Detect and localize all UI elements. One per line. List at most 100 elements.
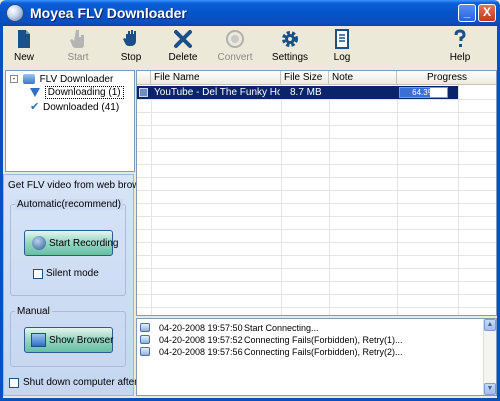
start-label: Start [67,52,89,63]
help-label: Help [449,52,471,63]
log-time: 04-20-2008 19:57:50 [159,323,243,333]
window-title: Moyea FLV Downloader [30,5,187,21]
stop-label: Stop [120,52,142,63]
tree-item-downloading[interactable]: Downloading (1) [30,86,124,99]
help-question-icon [454,29,466,47]
convert-button[interactable]: Convert [215,28,255,68]
tree-root[interactable]: - FLV Downloader [10,74,113,85]
tree-root-label: FLV Downloader [39,74,114,85]
start-recording-button[interactable]: Start Recording [24,230,118,256]
silent-mode-checkbox[interactable] [33,269,43,279]
log-button[interactable]: Log [325,28,359,68]
close-button[interactable]: X [478,4,496,22]
download-list[interactable]: File Name File Size Note Progress YouTub… [136,70,497,316]
scroll-up-arrow-icon[interactable]: ▲ [484,319,496,331]
log-time: 04-20-2008 19:57:52 [159,335,243,345]
tree-item-label: Downloaded (41) [43,102,120,113]
log-message: Connecting Fails(Forbidden), Retry(2)... [244,347,403,357]
delete-button[interactable]: Delete [166,28,200,68]
row-progress-bar: 64.3% [399,87,448,98]
log-time: 04-20-2008 19:57:56 [159,347,243,357]
tree-item-downloaded[interactable]: ✔ Downloaded (41) [30,100,119,113]
log-message-icon [140,323,150,332]
grid-row-line [137,255,496,256]
log-message-icon [140,335,150,344]
grid-row-line [137,151,496,152]
manual-group-title: Manual [15,306,52,317]
column-file-size[interactable]: File Size [281,71,329,85]
grid-row-line [137,190,496,191]
log-scrollbar[interactable]: ▲ ▼ [483,319,496,395]
convert-label: Convert [217,52,253,63]
log-document-icon [335,29,349,49]
record-dot-icon [32,236,46,250]
show-browser-label: Show Browser [49,335,114,346]
log-label: Log [333,52,351,63]
grid-row-line [137,294,496,295]
grid-column-line [281,85,282,315]
row-note [332,86,392,99]
scroll-down-arrow-icon[interactable]: ▼ [484,383,496,395]
column-file-name[interactable]: File Name [151,71,281,85]
column-progress[interactable]: Progress [397,71,496,85]
new-label: New [13,52,34,63]
toolbar: New Start Stop Delete Convert Settings L… [3,26,497,70]
row-file-name: YouTube - Del The Funky Homosapie... [154,87,280,98]
category-tree[interactable]: - FLV Downloader Downloading (1) ✔ Downl… [5,70,135,172]
grid-row-line [137,307,496,308]
new-file-icon [18,30,30,48]
start-hand-icon [70,30,84,48]
convert-film-icon [226,30,244,48]
row-video-icon [139,86,149,99]
delete-x-icon [174,30,192,48]
log-message: Connecting Fails(Forbidden), Retry(1)... [244,335,403,345]
settings-button[interactable]: Settings [270,28,310,68]
grid-row-line [137,177,496,178]
start-recording-label: Start Recording [49,238,119,249]
list-header-icon-col[interactable] [137,71,151,85]
log-message-icon [140,347,150,356]
grid-row-line [137,229,496,230]
log-pane[interactable]: 04-20-2008 19:57:50 Start Connecting... … [136,318,497,396]
settings-label: Settings [271,52,309,63]
log-entry: 04-20-2008 19:57:56 Connecting Fails(For… [137,346,496,358]
log-message: Start Connecting... [244,323,319,333]
minimize-button[interactable]: _ [458,4,476,22]
title-bar[interactable]: Moyea FLV Downloader _ X [0,0,500,26]
root-folder-icon [22,74,35,85]
row-progress-text: 64.3% [412,88,435,97]
grid-row-line [137,242,496,243]
shutdown-checkbox[interactable] [9,378,19,388]
new-button[interactable]: New [7,28,41,68]
log-entry: 04-20-2008 19:57:52 Connecting Fails(For… [137,334,496,346]
help-button[interactable]: Help [443,28,477,68]
browser-window-icon [31,333,46,347]
silent-mode-label: Silent mode [46,268,99,279]
collapse-toggle-icon[interactable]: - [10,75,18,84]
grid-row-line [137,99,496,100]
stop-button[interactable]: Stop [114,28,148,68]
grid-column-line [329,85,330,315]
grid-column-line [458,85,459,315]
download-arrow-icon [30,87,40,97]
grid-row-line [137,281,496,282]
app-logo-icon [6,4,24,22]
column-note[interactable]: Note [329,71,397,85]
grid-row-line [137,112,496,113]
checkmark-icon: ✔ [30,101,40,113]
start-button[interactable]: Start [61,28,95,68]
grid-column-line [397,85,398,315]
grid-row-line [137,268,496,269]
grid-row-line [137,125,496,126]
delete-label: Delete [168,52,198,63]
grid-row-line [137,216,496,217]
tree-item-label: Downloading (1) [44,86,124,99]
grid-row-line [137,203,496,204]
table-row[interactable]: YouTube - Del The Funky Homosapie... 8.7… [137,86,458,99]
grid-row-line [137,138,496,139]
gear-icon [282,31,298,47]
show-browser-button[interactable]: Show Browser [24,327,113,353]
row-file-size: 8.7 MB [290,87,322,98]
browser-panel-heading: Get FLV video from web browser [8,180,154,191]
list-header: File Name File Size Note Progress [137,71,496,85]
